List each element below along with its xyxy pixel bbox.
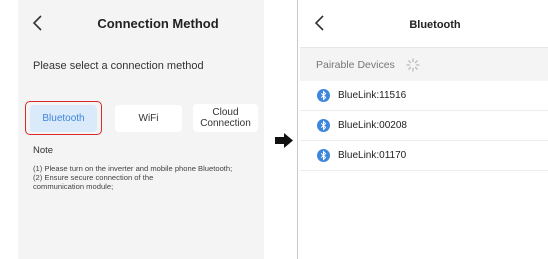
page-title: Bluetooth — [409, 19, 461, 31]
back-chevron-icon[interactable] — [312, 14, 328, 32]
device-row[interactable]: BlueLink:00208 — [300, 111, 548, 141]
wifi-method-button[interactable]: WiFi — [115, 105, 182, 132]
bluetooth-icon — [317, 119, 330, 132]
device-name: BlueLink:00208 — [338, 120, 407, 131]
right-arrow-icon — [274, 132, 294, 149]
page-title: Connection Method — [97, 16, 219, 31]
note-line: (1) Please turn on the inverter and mobi… — [33, 164, 233, 173]
cloud-connection-method-button[interactable]: Cloud Connection — [193, 104, 258, 132]
device-row[interactable]: BlueLink:11516 — [300, 81, 548, 111]
section-label: Pairable Devices — [316, 59, 395, 71]
cloud-label-line1: Cloud — [212, 107, 239, 118]
loading-spinner-icon — [406, 58, 420, 72]
cloud-label-line2: Connection — [200, 118, 251, 129]
screen-divider — [297, 0, 298, 259]
note-line: (2) Ensure secure connection of the — [33, 173, 154, 182]
pairable-devices-section: Pairable Devices — [300, 48, 548, 81]
device-row[interactable]: BlueLink:01170 — [300, 141, 548, 171]
device-name: BlueLink:11516 — [338, 90, 407, 101]
instruction-text: Please select a connection method — [33, 60, 204, 72]
note-line: communication module; — [33, 182, 114, 191]
device-name: BlueLink:01170 — [338, 150, 407, 161]
note-heading: Note — [33, 145, 54, 156]
bluetooth-screen: Bluetooth Pairable Devices BlueLink:1151… — [300, 0, 548, 259]
bluetooth-icon — [317, 149, 330, 162]
connection-method-screen: Connection Method Please select a connec… — [18, 0, 264, 259]
back-chevron-icon[interactable] — [30, 14, 46, 32]
bluetooth-icon — [317, 89, 330, 102]
header-bar: Connection Method — [18, 0, 264, 46]
bluetooth-method-button[interactable]: Bluetooth — [30, 105, 97, 132]
note-text: (1) Please turn on the inverter and mobi… — [33, 164, 263, 191]
header-bar: Bluetooth — [300, 0, 548, 48]
